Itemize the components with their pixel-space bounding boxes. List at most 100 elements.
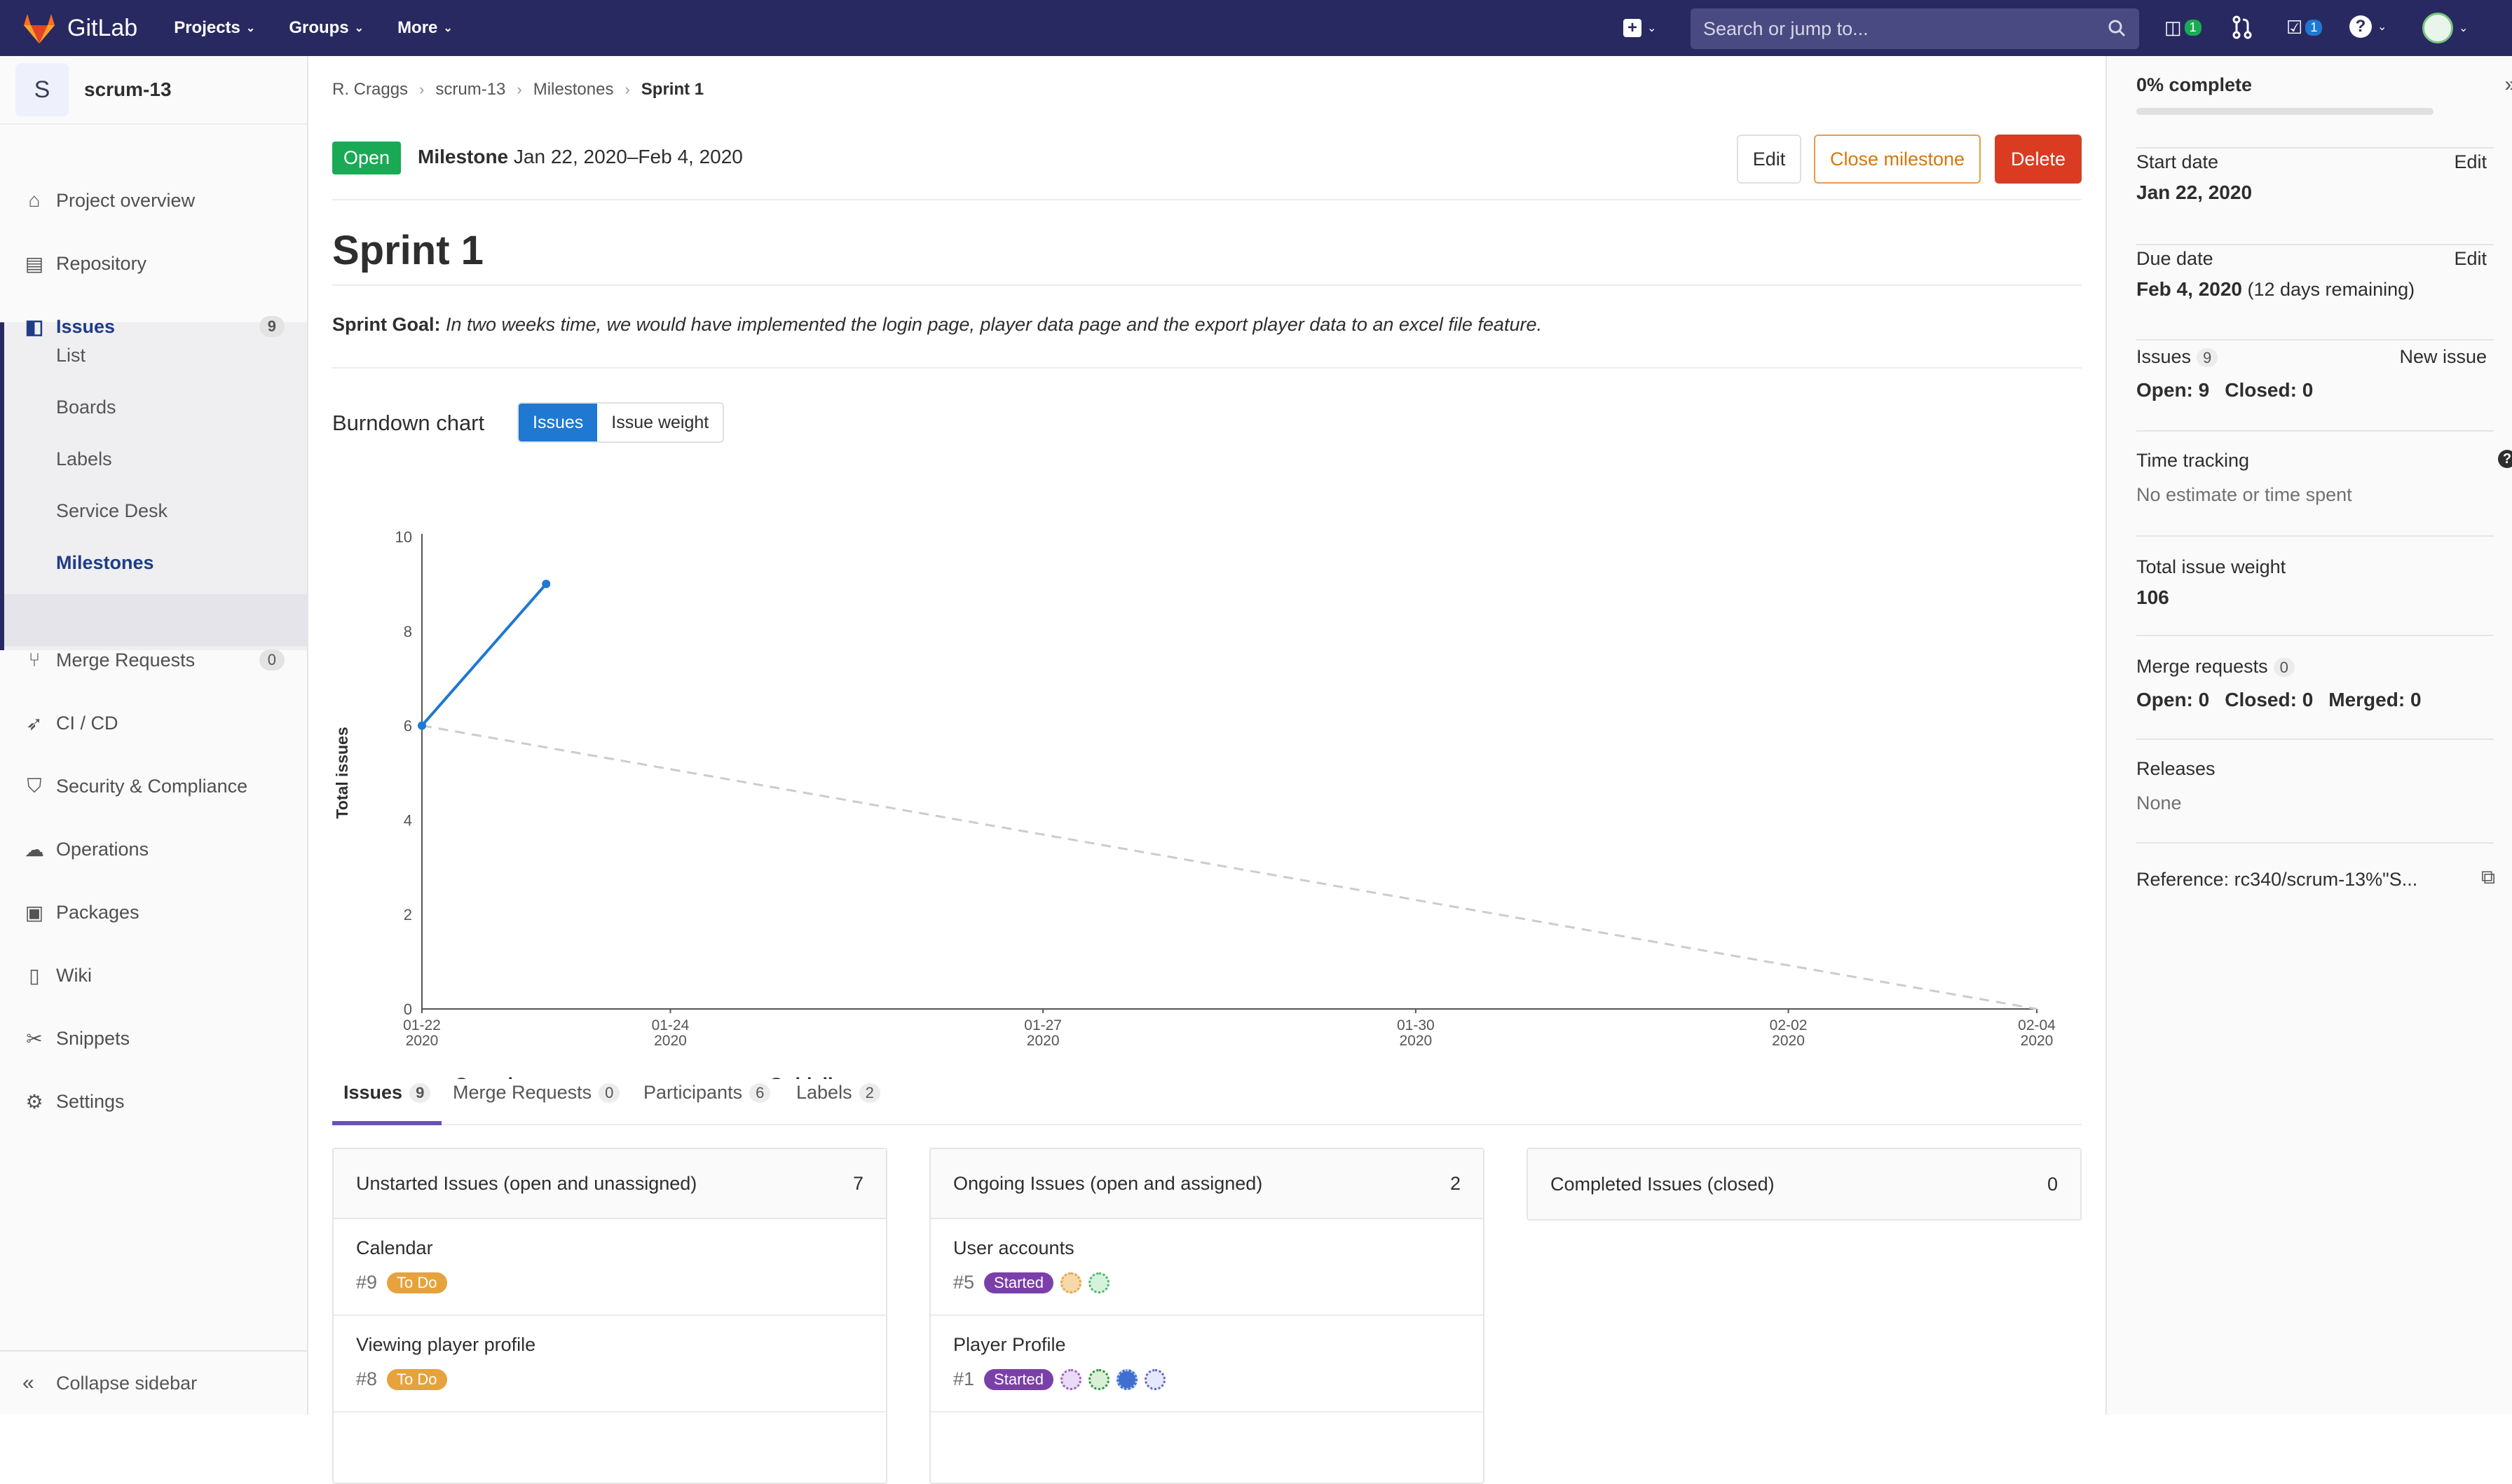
package-icon: ▣ bbox=[25, 901, 44, 923]
edit-start-date-link[interactable]: Edit bbox=[2454, 151, 2487, 173]
sidebar-item-repository[interactable]: ▤ Repository bbox=[0, 235, 307, 291]
issue-title-link[interactable]: Player Profile bbox=[953, 1334, 1461, 1356]
sidebar-item-ci-cd[interactable]: ➶ CI / CD bbox=[0, 695, 307, 751]
sidebar-subitem-labels[interactable]: Labels bbox=[56, 448, 112, 470]
milestone-date-range: Jan 22, 2020–Feb 4, 2020 bbox=[513, 146, 743, 167]
tab-issues[interactable]: Issues 9 bbox=[343, 1082, 431, 1104]
breadcrumb-current[interactable]: Sprint 1 bbox=[641, 80, 704, 99]
groups-menu[interactable]: Groups ⌄ bbox=[289, 18, 364, 38]
x-tick-label: 01-24 bbox=[652, 1017, 690, 1033]
merge-requests-button[interactable] bbox=[2232, 15, 2253, 39]
due-date-label: Due date bbox=[2136, 248, 2213, 269]
divider bbox=[2136, 738, 2494, 740]
todos-button[interactable]: ☑ 1 bbox=[2286, 17, 2323, 39]
search-box[interactable] bbox=[1691, 8, 2139, 49]
collapse-sidebar-button[interactable]: « Collapse sidebar bbox=[0, 1350, 307, 1415]
mr-merged-count[interactable]: Merged: 0 bbox=[2328, 689, 2421, 710]
breadcrumb-link-milestones[interactable]: Milestones bbox=[533, 80, 614, 99]
list-item[interactable]: Calendar #9 To Do bbox=[334, 1219, 886, 1316]
label-badge[interactable]: To Do bbox=[387, 1368, 447, 1390]
list-item[interactable]: User accounts #5 Started bbox=[931, 1219, 1483, 1316]
mr-open-count[interactable]: Open: 0 bbox=[2136, 689, 2209, 710]
sidebar-subitem-list[interactable]: List bbox=[56, 345, 86, 366]
issues-count-badge: 9 bbox=[259, 316, 285, 337]
progress-section: 0% complete » bbox=[2136, 73, 2512, 96]
issue-weight-value: 106 bbox=[2136, 586, 2169, 608]
assignee-avatar[interactable] bbox=[1116, 1368, 1138, 1390]
issue-weight-label: Total issue weight bbox=[2136, 556, 2286, 577]
issues-open-count[interactable]: Open: 9 bbox=[2136, 379, 2209, 401]
double-chevron-right-icon[interactable]: » bbox=[2504, 73, 2512, 97]
y-tick-label: 2 bbox=[404, 906, 412, 923]
x-tick-label: 2020 bbox=[1027, 1033, 1060, 1049]
sidebar-subitem-milestones[interactable]: Milestones bbox=[56, 552, 154, 574]
label-badge[interactable]: Started bbox=[984, 1368, 1053, 1390]
rocket-icon: ➶ bbox=[26, 712, 43, 734]
user-menu[interactable]: ⌄ bbox=[2422, 13, 2468, 43]
label-badge[interactable]: To Do bbox=[387, 1272, 447, 1293]
assignee-avatar[interactable] bbox=[1060, 1368, 1081, 1390]
list-item[interactable]: Player Profile #1 Started bbox=[931, 1316, 1483, 1413]
sidebar-item-settings[interactable]: ⚙ Settings bbox=[0, 1073, 307, 1129]
cloud-icon: ☁ bbox=[25, 838, 44, 860]
project-header[interactable]: S scrum-13 bbox=[0, 56, 307, 125]
user-avatar bbox=[2422, 13, 2453, 43]
issue-title-link[interactable]: User accounts bbox=[953, 1237, 1461, 1259]
new-issue-link[interactable]: New issue bbox=[2399, 346, 2487, 368]
breadcrumb-link-project[interactable]: scrum-13 bbox=[435, 80, 505, 99]
sidebar-item-packages[interactable]: ▣ Packages bbox=[0, 884, 307, 940]
issues-label-text: Issues bbox=[2136, 346, 2192, 367]
toggle-issues-button[interactable]: Issues bbox=[519, 404, 598, 441]
issue-title-link[interactable]: Calendar bbox=[356, 1237, 863, 1259]
assignee-avatar[interactable] bbox=[1144, 1368, 1166, 1390]
assignee-avatar[interactable] bbox=[1088, 1368, 1110, 1390]
search-input[interactable] bbox=[1703, 18, 2096, 40]
edit-button[interactable]: Edit bbox=[1737, 135, 1801, 184]
help-menu[interactable]: ? ⌄ bbox=[2349, 15, 2387, 38]
sidebar-item-wiki[interactable]: ▯ Wiki bbox=[0, 947, 307, 1003]
list-item[interactable]: Viewing player profile #8 To Do bbox=[334, 1316, 886, 1413]
assigned-issues-button[interactable]: ◫ 1 bbox=[2164, 17, 2202, 39]
sidebar-item-operations[interactable]: ☁ Operations bbox=[0, 821, 307, 877]
new-dropdown-button[interactable]: + ⌄ bbox=[1623, 17, 1665, 39]
unstarted-issues-panel: Unstarted Issues (open and unassigned) 7 … bbox=[332, 1148, 887, 1484]
home-icon: ⌂ bbox=[28, 189, 41, 211]
sidebar-item-project-overview[interactable]: ⌂ Project overview bbox=[0, 172, 307, 228]
label-badge[interactable]: Started bbox=[984, 1272, 1053, 1293]
copy-icon[interactable]: ⧉ bbox=[2481, 866, 2495, 889]
issue-title-link[interactable]: Viewing player profile bbox=[356, 1334, 863, 1356]
issue-ref: #5 bbox=[953, 1272, 975, 1293]
tab-labels[interactable]: Labels 2 bbox=[796, 1082, 880, 1104]
tab-participants[interactable]: Participants 6 bbox=[643, 1082, 771, 1104]
status-badge: Open bbox=[332, 142, 402, 174]
projects-menu[interactable]: Projects ⌄ bbox=[174, 18, 255, 38]
sidebar-subitem-boards[interactable]: Boards bbox=[56, 397, 116, 418]
delete-button[interactable]: Delete bbox=[1995, 135, 2082, 184]
edit-due-date-link[interactable]: Edit bbox=[2454, 248, 2487, 270]
issues-icon: ◧ bbox=[25, 315, 44, 338]
sidebar-subitem-service-desk[interactable]: Service Desk bbox=[56, 500, 168, 522]
sidebar-item-label: Settings bbox=[56, 1090, 125, 1112]
gitlab-home-link[interactable]: GitLab bbox=[21, 11, 137, 45]
x-tick-label: 2020 bbox=[1399, 1033, 1432, 1049]
projects-menu-label: Projects bbox=[174, 18, 240, 37]
merge-requests-label-text: Merge requests bbox=[2136, 656, 2268, 677]
help-icon[interactable]: ? bbox=[2498, 450, 2512, 468]
sidebar-item-snippets[interactable]: ✂ Snippets bbox=[0, 1010, 307, 1066]
sidebar-item-issues[interactable]: ◧ Issues 9 bbox=[0, 298, 307, 355]
sidebar-item-security-compliance[interactable]: ⛉ Security & Compliance bbox=[0, 758, 307, 814]
assignee-avatar[interactable] bbox=[1088, 1272, 1110, 1293]
close-milestone-button[interactable]: Close milestone bbox=[1814, 135, 1981, 184]
sidebar-item-merge-requests[interactable]: ⑂ Merge Requests 0 bbox=[0, 632, 307, 688]
tab-count: 0 bbox=[599, 1083, 620, 1103]
merge-requests-label: Merge requests 0 bbox=[2136, 656, 2487, 678]
issues-closed-count[interactable]: Closed: 0 bbox=[2225, 379, 2313, 401]
assignee-avatar[interactable] bbox=[1060, 1272, 1081, 1293]
start-date-value: Jan 22, 2020 bbox=[2136, 181, 2253, 203]
mr-closed-count[interactable]: Closed: 0 bbox=[2225, 689, 2313, 710]
tab-merge-requests[interactable]: Merge Requests 0 bbox=[453, 1082, 620, 1104]
toggle-issue-weight-button[interactable]: Issue weight bbox=[597, 404, 723, 441]
merge-requests-section: Merge requests 0 Open: 0 Closed: 0 Merged: … bbox=[2136, 656, 2487, 711]
breadcrumb-link-owner[interactable]: R. Craggs bbox=[332, 80, 408, 99]
more-menu[interactable]: More ⌄ bbox=[397, 18, 453, 38]
